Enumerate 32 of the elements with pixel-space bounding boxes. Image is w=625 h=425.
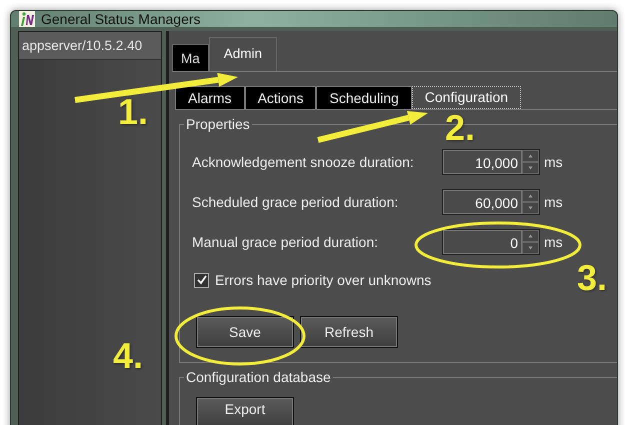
unit-label: ms [544, 234, 563, 250]
spinner-arrows-icon[interactable] [522, 150, 539, 174]
field-label: Scheduled grace period duration: [192, 194, 400, 210]
spinner-arrows-icon[interactable] [522, 230, 539, 254]
unit-label: ms [544, 154, 563, 170]
window-title: General Status Managers [41, 11, 201, 27]
unit-label: ms [544, 194, 563, 210]
step-number: 2. [445, 110, 476, 146]
number-spinner[interactable]: 60,000 [442, 189, 540, 215]
action-button[interactable]: Save [196, 316, 294, 348]
step-number: 3. [577, 260, 608, 296]
tab[interactable]: Scheduling [316, 86, 412, 109]
group-title: Configuration database [185, 369, 332, 385]
number-spinner[interactable]: 10,000 [442, 149, 540, 175]
group-title: Properties [185, 116, 251, 132]
tab[interactable]: Configuration [412, 86, 522, 109]
tab[interactable]: Actions [244, 86, 316, 109]
checkbox-label: Errors have priority over unknowns [215, 272, 432, 288]
server-item[interactable]: appserver/10.5.2.40 [19, 32, 161, 60]
tab[interactable]: Alarms [175, 86, 245, 109]
tab[interactable]: Ma [172, 44, 209, 71]
action-button[interactable]: Refresh [300, 316, 398, 348]
step-number: 4. [113, 338, 144, 374]
step-number: 1. [118, 94, 148, 130]
field-label: Manual grace period duration: [192, 234, 380, 250]
checkbox[interactable] [194, 272, 209, 288]
spinner-arrows-icon[interactable] [522, 190, 539, 214]
field-label: Acknowledgement snooze duration: [192, 154, 415, 170]
export-button[interactable]: Export [196, 397, 294, 425]
number-spinner[interactable]: 0 [442, 229, 540, 255]
tab[interactable]: Admin [208, 37, 278, 71]
app-logo-icon [19, 11, 35, 27]
